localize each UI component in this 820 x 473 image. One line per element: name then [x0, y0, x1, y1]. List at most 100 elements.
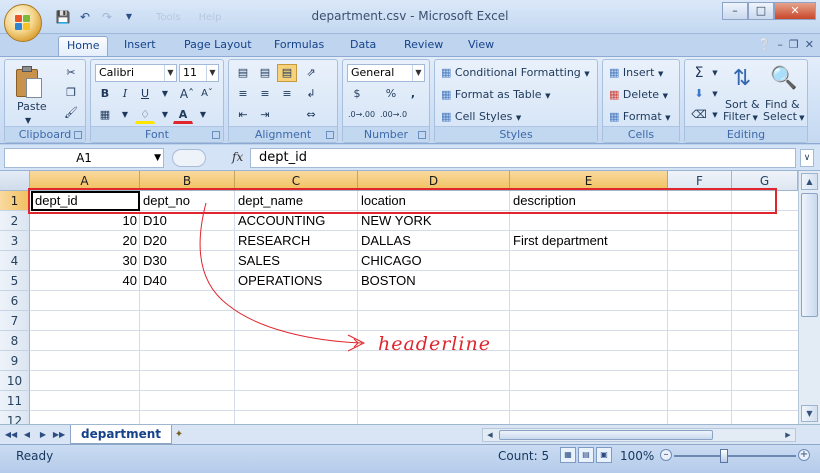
next-sheet-icon[interactable]: ▶	[36, 428, 50, 442]
format-painter-icon[interactable]: 🖌	[61, 104, 81, 122]
last-sheet-icon[interactable]: ▶▶	[52, 428, 66, 442]
underline-button[interactable]: U	[135, 85, 155, 103]
zoom-knob[interactable]	[720, 449, 728, 463]
underline-dropdown-icon[interactable]: ▼	[155, 85, 175, 103]
align-bottom-icon[interactable]: ▤	[277, 64, 297, 82]
normal-view-icon[interactable]: ▦	[560, 447, 576, 463]
decrease-decimal-icon[interactable]: .00→.0	[379, 106, 407, 124]
text-orientation-icon[interactable]: ⇗	[301, 64, 321, 82]
borders-dropdown-icon[interactable]: ▼	[115, 106, 135, 124]
tab-home[interactable]: Home	[58, 36, 109, 56]
align-right-icon[interactable]: ≡	[277, 85, 297, 103]
sort-filter-label-2[interactable]: Filter ▼	[723, 110, 758, 125]
comma-style-icon[interactable]: ,	[403, 85, 423, 103]
scroll-right-icon[interactable]: ▶	[782, 429, 794, 441]
format-as-table-button[interactable]: ▦ Format as Table ▼	[441, 88, 550, 103]
copy-icon[interactable]: ❐	[61, 84, 81, 102]
fill-dropdown-icon[interactable]: ▼	[705, 85, 725, 103]
increase-indent-icon[interactable]: ⇥	[255, 106, 275, 124]
zoom-slider[interactable]: – +	[660, 449, 810, 463]
tab-data[interactable]: Data	[350, 36, 376, 56]
cut-icon[interactable]: ✂	[61, 64, 81, 82]
minimize-icon[interactable]: –	[722, 2, 748, 20]
increase-decimal-icon[interactable]: .0→.00	[347, 106, 375, 124]
office-button[interactable]	[4, 4, 42, 42]
page-break-view-icon[interactable]: ▣	[596, 447, 612, 463]
format-cells-button[interactable]: ▦ Format ▼	[609, 110, 671, 125]
percent-style-icon[interactable]: %	[381, 85, 401, 103]
tab-review[interactable]: Review	[404, 36, 443, 56]
insert-cells-button[interactable]: ▦ Insert ▼	[609, 66, 663, 81]
scroll-down-icon[interactable]: ▼	[801, 405, 818, 422]
wrap-text-icon[interactable]: ↲	[301, 85, 321, 103]
borders-icon[interactable]: ▦	[95, 106, 115, 124]
font-size-dropdown-icon[interactable]: ▼	[206, 65, 218, 81]
grow-font-icon[interactable]: Aˆ	[177, 85, 197, 103]
number-format-combo[interactable]: General ▼	[347, 64, 425, 82]
number-launcher-icon[interactable]	[418, 131, 426, 139]
tab-view[interactable]: View	[468, 36, 494, 56]
font-color-dropdown-icon[interactable]: ▼	[193, 106, 213, 124]
scroll-up-icon[interactable]: ▲	[801, 173, 818, 190]
font-launcher-icon[interactable]	[212, 131, 220, 139]
autosum-dropdown-icon[interactable]: ▼	[705, 64, 725, 82]
align-middle-icon[interactable]: ▤	[255, 64, 275, 82]
merge-center-icon[interactable]: ⇔	[301, 106, 321, 124]
delete-cells-button[interactable]: ▦ Delete ▼	[609, 88, 668, 103]
paste-icon[interactable]	[14, 66, 46, 100]
bold-button[interactable]: B	[95, 85, 115, 103]
fill-color-icon[interactable]: ♢	[135, 106, 155, 124]
find-select-label-2[interactable]: Select ▼	[763, 110, 805, 125]
vertical-scroll-thumb[interactable]	[801, 193, 818, 317]
shrink-font-icon[interactable]: Aˇ	[197, 85, 217, 103]
insert-sheet-icon[interactable]: ✦	[170, 428, 188, 442]
formula-bar-handle[interactable]	[172, 149, 206, 167]
formula-input[interactable]: dept_id	[250, 148, 796, 168]
horizontal-scrollbar[interactable]: ◀ ▶	[482, 428, 796, 442]
font-name-dropdown-icon[interactable]: ▼	[164, 65, 176, 81]
accounting-format-icon[interactable]: $	[347, 85, 367, 103]
zoom-in-icon[interactable]: +	[798, 449, 810, 461]
expand-formula-bar-icon[interactable]: ∨	[800, 149, 814, 167]
tab-insert[interactable]: Insert	[124, 36, 156, 56]
vertical-scrollbar[interactable]: ▲ ▼	[798, 171, 820, 424]
horizontal-scroll-thumb[interactable]	[499, 430, 713, 440]
ribbon-restore-icon[interactable]: ❐	[789, 38, 799, 51]
maximize-icon[interactable]: □	[748, 2, 774, 20]
clipboard-launcher-icon[interactable]	[74, 131, 82, 139]
decrease-indent-icon[interactable]: ⇤	[233, 106, 253, 124]
conditional-formatting-button[interactable]: ▦ Conditional Formatting ▼	[441, 66, 590, 81]
font-name-combo[interactable]: Calibri ▼	[95, 64, 177, 82]
italic-button[interactable]: I	[115, 85, 135, 103]
alignment-launcher-icon[interactable]	[326, 131, 334, 139]
name-box-dropdown-icon[interactable]: ▼	[154, 149, 161, 167]
cell-styles-button[interactable]: ▦ Cell Styles ▼	[441, 110, 521, 125]
help-icon[interactable]: ❔	[758, 38, 772, 51]
align-center-icon[interactable]: ≡	[255, 85, 275, 103]
font-color-icon[interactable]: A	[173, 106, 193, 124]
zoom-out-icon[interactable]: –	[660, 449, 672, 461]
worksheet-grid[interactable]: A B C D E F G 1 2 3 4 5 6 7 8 9 10 11 12…	[0, 171, 798, 424]
scroll-left-icon[interactable]: ◀	[484, 429, 496, 441]
paste-button[interactable]: Paste	[17, 100, 47, 114]
zoom-level[interactable]: 100%	[620, 449, 654, 463]
tab-formulas[interactable]: Formulas	[274, 36, 324, 56]
ribbon-minimize-icon[interactable]: –	[777, 38, 783, 51]
sort-filter-icon[interactable]: ⇅	[727, 64, 757, 94]
font-size-combo[interactable]: 11 ▼	[179, 64, 219, 82]
name-box[interactable]: A1 ▼	[4, 148, 164, 168]
find-select-icon[interactable]: 🔍	[769, 64, 799, 94]
page-layout-view-icon[interactable]: ▤	[578, 447, 594, 463]
fill-color-dropdown-icon[interactable]: ▼	[155, 106, 175, 124]
align-top-icon[interactable]: ▤	[233, 64, 253, 82]
tab-page-layout[interactable]: Page Layout	[184, 36, 252, 56]
align-left-icon[interactable]: ≡	[233, 85, 253, 103]
first-sheet-icon[interactable]: ◀◀	[4, 428, 18, 442]
clear-dropdown-icon[interactable]: ▼	[705, 106, 725, 124]
insert-function-icon[interactable]: fx	[232, 150, 243, 164]
close-icon[interactable]: ✕	[774, 2, 816, 20]
sheet-tab-department[interactable]: department	[70, 425, 172, 444]
ribbon-close-icon[interactable]: ✕	[805, 38, 814, 51]
number-format-dropdown-icon[interactable]: ▼	[412, 65, 424, 81]
prev-sheet-icon[interactable]: ◀	[20, 428, 34, 442]
